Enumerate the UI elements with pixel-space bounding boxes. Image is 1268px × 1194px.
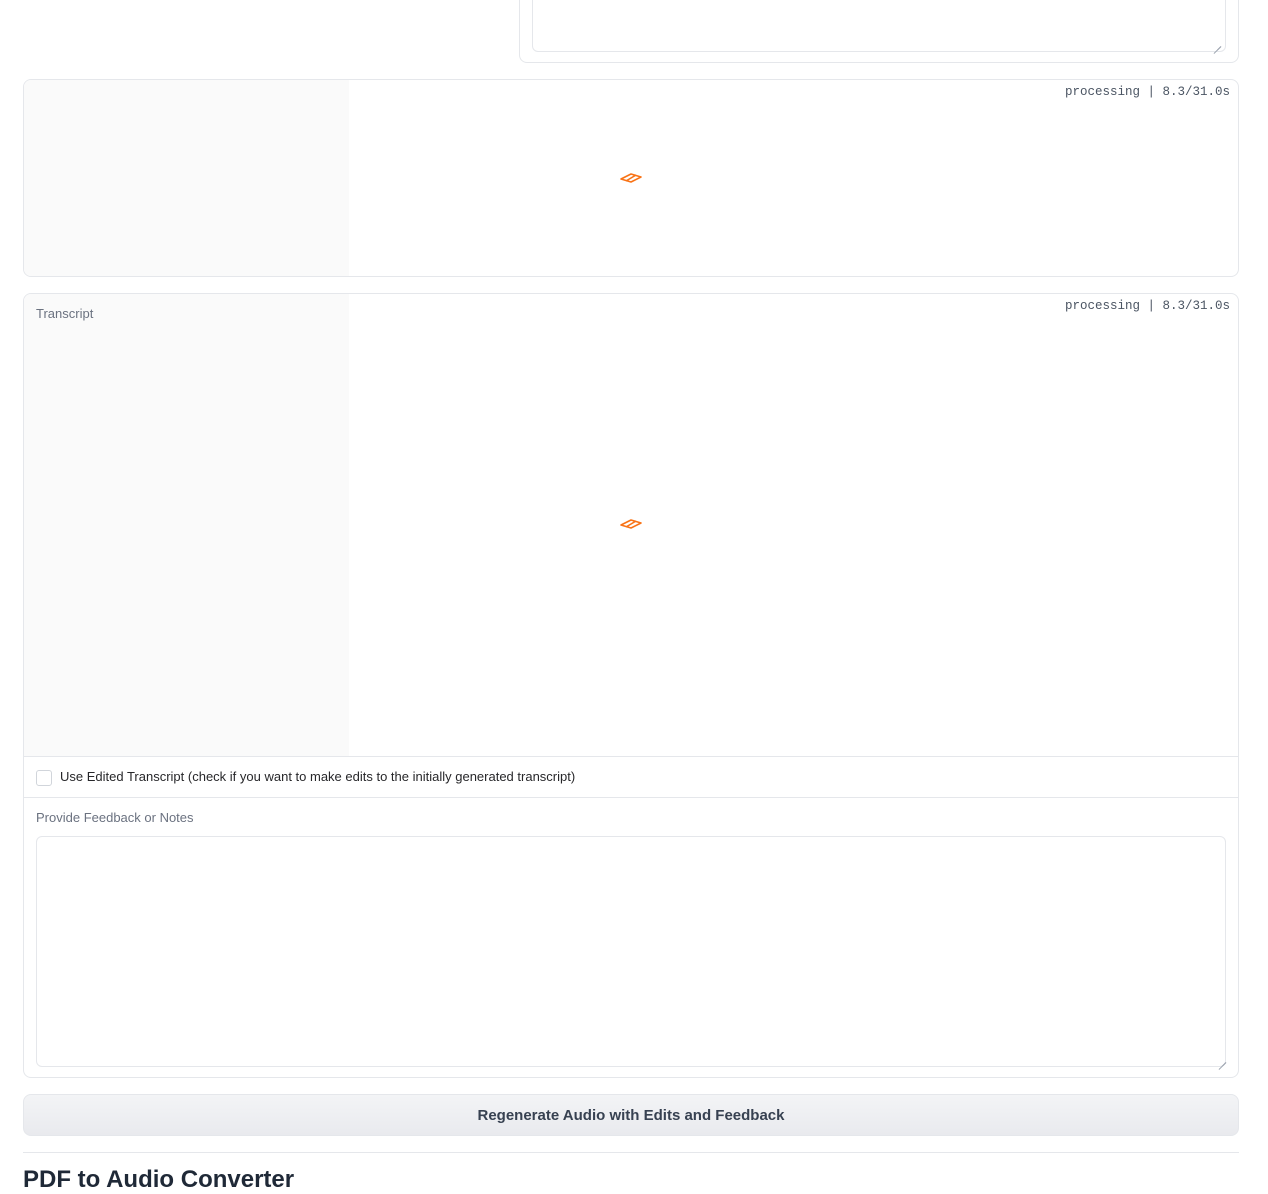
transcript-block: Transcript processing | 8.3/31.0s Use Ed… (23, 293, 1239, 1078)
section-divider (23, 1152, 1239, 1153)
loading-spinner-icon (620, 519, 642, 529)
transcript-progress-status: processing | 8.3/31.0s (1064, 299, 1230, 313)
page-heading: PDF to Audio Converter (23, 1166, 295, 1193)
audio-panel-shade (24, 80, 349, 276)
resize-grip-icon[interactable] (1213, 40, 1221, 48)
transcript-label: Transcript (36, 306, 94, 321)
transcript-panel-shade (24, 294, 349, 756)
use-edited-transcript-checkbox[interactable] (36, 770, 52, 786)
regenerate-audio-button[interactable]: Regenerate Audio with Edits and Feedback (23, 1094, 1239, 1136)
previous-textarea[interactable] (532, 0, 1226, 52)
transcript-divider (24, 756, 1238, 757)
feedback-textarea[interactable] (36, 836, 1226, 1067)
resize-grip-icon[interactable] (1218, 1056, 1226, 1064)
use-edited-transcript-label[interactable]: Use Edited Transcript (check if you want… (60, 769, 575, 784)
audio-progress-status: processing | 8.3/31.0s (1064, 85, 1230, 99)
loading-spinner-icon (620, 173, 642, 183)
audio-output-panel: processing | 8.3/31.0s (23, 79, 1239, 277)
feedback-label: Provide Feedback or Notes (36, 810, 194, 825)
feedback-divider (24, 797, 1238, 798)
